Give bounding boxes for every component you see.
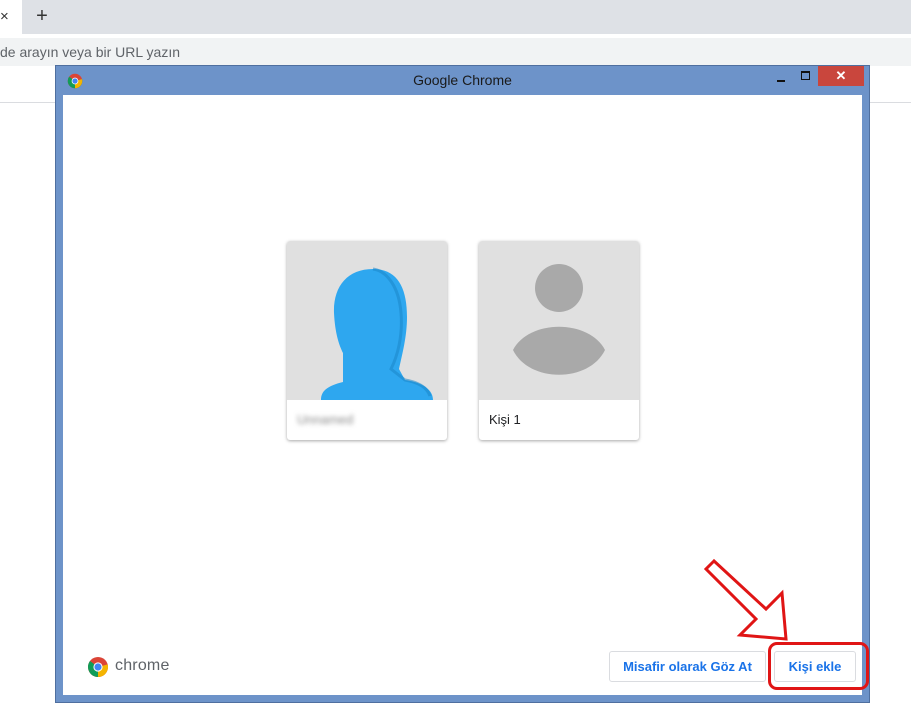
chrome-brand: chrome: [87, 656, 177, 680]
maximize-icon[interactable]: [798, 69, 814, 85]
chrome-wordmark: chrome: [115, 657, 170, 674]
profile-card-1[interactable]: Unnamed: [287, 241, 447, 440]
window-title: Google Chrome: [413, 72, 512, 88]
tab-close-icon[interactable]: ×: [0, 8, 9, 26]
profile-name: Unnamed: [297, 412, 354, 427]
generic-person-icon: [513, 264, 605, 375]
profile-avatar: [287, 241, 447, 400]
browse-as-guest-button[interactable]: Misafir olarak Göz At: [609, 651, 766, 682]
minimize-icon[interactable]: [774, 69, 790, 85]
annotation-highlight-box: [768, 642, 869, 690]
close-button[interactable]: ✕: [818, 66, 864, 86]
profile-card-2[interactable]: Kişi 1: [479, 241, 639, 440]
blue-silhouette-icon: [321, 267, 433, 400]
annotation-arrow-icon: [703, 558, 788, 641]
chrome-logo-icon: [88, 657, 109, 677]
new-tab-icon[interactable]: +: [33, 5, 51, 27]
profile-name: Kişi 1: [489, 412, 521, 427]
tab-strip: [0, 0, 911, 34]
omnibox-placeholder[interactable]: de arayın veya bir URL yazın: [0, 44, 180, 60]
profile-avatar: [479, 241, 639, 400]
